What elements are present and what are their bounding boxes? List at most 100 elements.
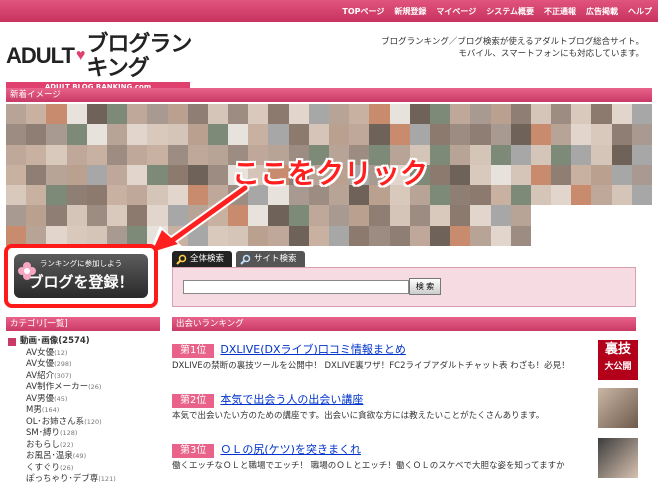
image-tile[interactable] [106, 124, 128, 145]
category-item[interactable]: AV男優(45) [8, 394, 116, 406]
image-tile[interactable] [611, 144, 632, 165]
image-tile[interactable] [611, 225, 632, 246]
image-tile[interactable] [631, 164, 652, 186]
image-tile[interactable] [571, 144, 592, 165]
image-tile[interactable] [248, 104, 269, 125]
image-tile[interactable] [571, 104, 592, 125]
image-tile[interactable] [329, 205, 350, 226]
image-tile[interactable] [46, 144, 67, 165]
image-tile[interactable] [510, 104, 531, 125]
category-header[interactable]: カテゴリ[一覧] [6, 317, 160, 331]
image-tile[interactable] [106, 225, 128, 246]
image-tile[interactable] [127, 144, 148, 165]
category-item[interactable]: OL･お姉さん系(120) [8, 417, 116, 429]
image-tile[interactable] [147, 144, 168, 165]
image-tile[interactable] [490, 205, 511, 226]
image-tile[interactable] [207, 144, 229, 165]
category-group[interactable]: 動画･画像 (2574) [8, 336, 116, 348]
image-tile[interactable] [86, 164, 107, 186]
image-tile[interactable] [26, 104, 47, 125]
image-tile[interactable] [308, 205, 329, 226]
image-tile[interactable] [510, 205, 531, 226]
image-tile[interactable] [530, 144, 552, 165]
image-tile[interactable] [268, 225, 289, 246]
image-tile[interactable] [167, 124, 188, 145]
image-tile[interactable] [409, 124, 430, 145]
image-tile[interactable] [551, 104, 572, 125]
image-tile[interactable] [631, 205, 652, 226]
image-tile[interactable] [369, 124, 390, 145]
image-tile[interactable] [429, 144, 451, 165]
image-tile[interactable] [6, 164, 27, 186]
image-tile[interactable] [66, 185, 87, 206]
image-tile[interactable] [66, 205, 87, 226]
image-tile[interactable] [470, 144, 491, 165]
image-tile[interactable] [6, 124, 27, 145]
image-tile[interactable] [46, 164, 67, 186]
image-tile[interactable] [591, 185, 612, 206]
category-item[interactable]: ぽっちゃり･デブ専(121) [8, 474, 116, 486]
image-tile[interactable] [26, 164, 47, 186]
nav-system[interactable]: システム概要 [486, 6, 534, 17]
image-tile[interactable] [490, 225, 511, 246]
image-tile[interactable] [26, 124, 47, 145]
image-tile[interactable] [66, 225, 87, 246]
image-tile[interactable] [288, 205, 309, 226]
image-tile[interactable] [167, 104, 188, 125]
entry-title-link[interactable]: 本気で出会う人の出会い講座 [220, 393, 363, 406]
image-tile[interactable] [288, 104, 309, 125]
category-item[interactable]: SM･縛り(128) [8, 428, 116, 440]
image-tile[interactable] [631, 225, 652, 246]
image-tile[interactable] [268, 104, 289, 125]
image-tile[interactable] [389, 104, 410, 125]
search-input[interactable] [183, 280, 409, 294]
image-tile[interactable] [86, 205, 107, 226]
image-tile[interactable] [631, 144, 652, 165]
image-tile[interactable] [369, 104, 390, 125]
image-tile[interactable] [530, 164, 552, 186]
register-blog-button[interactable]: ランキングに参加しよう ブログを登録！ [4, 244, 158, 308]
image-tile[interactable] [450, 185, 471, 206]
image-tile[interactable] [530, 124, 552, 145]
image-tile[interactable] [369, 205, 390, 226]
image-tile[interactable] [329, 225, 350, 246]
image-tile[interactable] [470, 124, 491, 145]
image-tile[interactable] [409, 225, 430, 246]
image-tile[interactable] [187, 124, 208, 145]
image-tile[interactable] [6, 144, 27, 165]
image-tile[interactable] [127, 104, 148, 125]
entry-1-banner[interactable]: 裏技 大公開 [598, 340, 638, 380]
image-tile[interactable] [450, 164, 471, 186]
image-tile[interactable] [631, 185, 652, 206]
image-tile[interactable] [26, 225, 47, 246]
image-tile[interactable] [490, 164, 511, 186]
image-tile[interactable] [329, 104, 350, 125]
entry-3-thumbnail[interactable] [598, 438, 638, 478]
image-tile[interactable] [86, 104, 107, 125]
category-item[interactable]: くすぐり(26) [8, 463, 116, 475]
image-tile[interactable] [611, 104, 632, 125]
image-tile[interactable] [288, 124, 309, 145]
image-tile[interactable] [591, 205, 612, 226]
image-tile[interactable] [450, 225, 471, 246]
image-tile[interactable] [6, 104, 27, 125]
image-tile[interactable] [611, 205, 632, 226]
image-tile[interactable] [591, 124, 612, 145]
image-tile[interactable] [551, 124, 572, 145]
image-tile[interactable] [369, 225, 390, 246]
image-tile[interactable] [611, 185, 632, 206]
image-tile[interactable] [490, 185, 511, 206]
image-tile[interactable] [631, 124, 652, 145]
image-tile[interactable] [611, 124, 632, 145]
image-tile[interactable] [46, 104, 67, 125]
image-tile[interactable] [147, 104, 168, 125]
image-tile[interactable] [450, 144, 471, 165]
image-tile[interactable] [46, 205, 67, 226]
search-button[interactable]: 検 索 [409, 278, 441, 295]
image-tile[interactable] [349, 225, 370, 246]
image-tile[interactable] [571, 225, 592, 246]
image-tile[interactable] [6, 205, 27, 226]
entry-2-thumbnail[interactable] [598, 388, 638, 428]
image-tile[interactable] [86, 124, 107, 145]
nav-mypage[interactable]: マイページ [436, 6, 476, 17]
